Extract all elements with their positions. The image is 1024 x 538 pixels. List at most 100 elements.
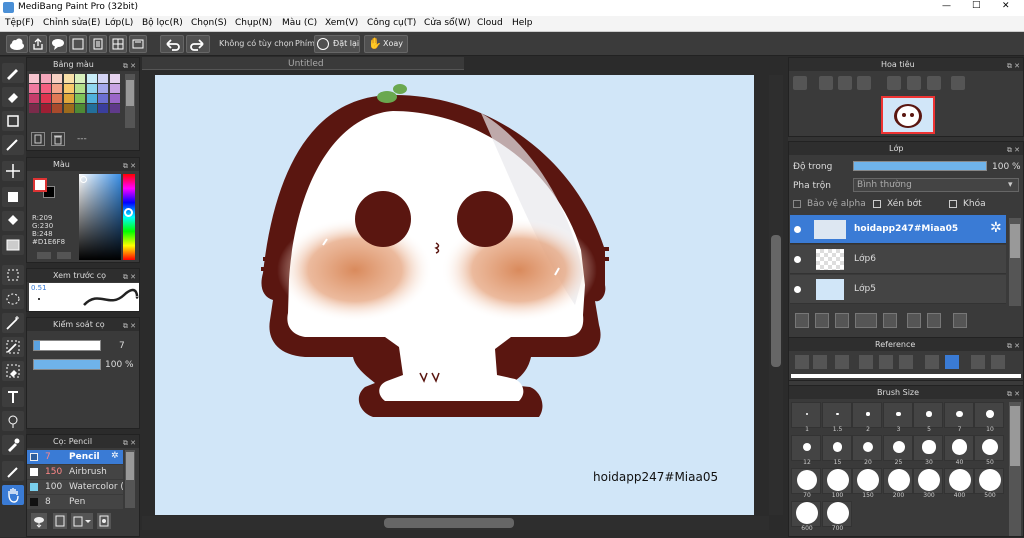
brush-size-option[interactable]: 25	[882, 435, 913, 466]
minimize-button[interactable]: —	[942, 1, 951, 11]
share-button[interactable]	[29, 35, 47, 53]
text-tool[interactable]	[2, 387, 24, 407]
brush-size-option[interactable]: 500	[974, 468, 1004, 499]
menu-filter[interactable]: Bộ lọc(R)	[142, 18, 183, 28]
color-swatch[interactable]	[109, 104, 120, 113]
panel-float-icon[interactable]: ⧉ ✕	[123, 437, 136, 450]
new-halftone-layer-icon[interactable]	[815, 313, 829, 328]
panel-float-icon[interactable]: ⧉ ✕	[123, 160, 136, 173]
navigator-thumbnail[interactable]	[881, 96, 935, 134]
brush-item[interactable]: 100 Watercolor (W	[27, 480, 123, 494]
merge-layer-icon[interactable]	[927, 313, 941, 328]
lock-checkbox[interactable]	[949, 200, 957, 208]
color-swatch[interactable]	[63, 74, 74, 83]
eye-icon[interactable]	[794, 226, 801, 233]
menu-edit[interactable]: Chỉnh sửa(E)	[43, 18, 100, 28]
eye-icon[interactable]	[794, 256, 801, 263]
color-swatch[interactable]	[52, 94, 62, 103]
gear-icon[interactable]: ✲	[111, 451, 119, 461]
canvas-vertical-scrollbar[interactable]	[769, 75, 783, 515]
delete-swatch-button[interactable]	[51, 132, 65, 146]
panel-float-icon[interactable]: ⧉ ✕	[1007, 340, 1020, 353]
ref-flip-icon[interactable]	[991, 355, 1005, 369]
brush-size-option[interactable]: 1.5	[821, 402, 852, 433]
dropper-tool[interactable]	[2, 461, 24, 481]
add-layer-menu-icon[interactable]	[855, 313, 877, 328]
rotate-right-icon[interactable]	[927, 76, 941, 90]
panel-float-icon[interactable]: ⧉ ✕	[1007, 388, 1020, 401]
brush-tool[interactable]	[2, 63, 24, 83]
ref-hand-icon[interactable]	[945, 355, 959, 369]
color-swatch[interactable]	[40, 94, 51, 103]
color-swatch[interactable]	[63, 84, 74, 93]
add-brush-button[interactable]	[31, 513, 47, 529]
brush-size-option[interactable]: 150	[852, 468, 882, 499]
menu-cloud[interactable]: Cloud	[477, 18, 503, 28]
reset-button[interactable]: Đặt lại	[314, 35, 360, 53]
brush-size-option[interactable]: 300	[913, 468, 943, 499]
zoom-out-icon[interactable]	[857, 76, 871, 90]
brush-list-scrollbar[interactable]	[125, 450, 135, 508]
color-swatch[interactable]	[40, 84, 51, 93]
brush-opacity-slider[interactable]	[33, 359, 101, 370]
color-swatch[interactable]	[29, 104, 39, 113]
shape-tool[interactable]	[2, 111, 24, 131]
ref-rotate-icon[interactable]	[971, 355, 985, 369]
color-swatch[interactable]	[86, 104, 97, 113]
color-swatch[interactable]	[86, 94, 97, 103]
brush-size-option[interactable]: 50	[974, 435, 1004, 466]
brush-size-option[interactable]: 400	[943, 468, 974, 499]
brush-size-scroll-thumb[interactable]	[1010, 406, 1020, 466]
color-swatch[interactable]	[75, 74, 85, 83]
brush-list-scroll-thumb[interactable]	[126, 452, 134, 480]
brush-size-option[interactable]: 600	[791, 501, 821, 532]
dot-tool[interactable]	[2, 135, 24, 155]
document-button[interactable]	[89, 35, 107, 53]
menu-window[interactable]: Cửa sổ(W)	[424, 18, 470, 28]
color-swatch[interactable]	[29, 84, 39, 93]
maximize-button[interactable]: □	[972, 0, 981, 10]
layer-row[interactable]: Lớp6	[790, 245, 1006, 274]
select-tool[interactable]	[2, 265, 24, 285]
menu-help[interactable]: Help	[512, 18, 533, 28]
grid-button[interactable]	[109, 35, 127, 53]
move-tool[interactable]	[2, 161, 24, 181]
ref-zoom-fit-icon[interactable]	[859, 355, 873, 369]
menu-select[interactable]: Chọn(S)	[191, 18, 227, 28]
swatch-scrollbar[interactable]	[125, 74, 135, 128]
main-color-swatch[interactable]	[33, 178, 47, 192]
brush-item[interactable]: 7 Pencil ✲	[27, 450, 123, 464]
menu-file[interactable]: Tệp(F)	[5, 18, 34, 28]
new-brush-button[interactable]	[53, 513, 67, 529]
color-swatch[interactable]	[40, 74, 51, 83]
panel-float-icon[interactable]: ⧉ ✕	[123, 60, 136, 73]
brush-size-option[interactable]: 70	[791, 468, 821, 499]
brush-size-option[interactable]: 30	[913, 435, 943, 466]
swatch-scroll-thumb[interactable]	[126, 80, 134, 106]
reset-view-icon[interactable]	[907, 76, 921, 90]
brush-size-option[interactable]: 12	[791, 435, 821, 466]
color-swatch[interactable]	[75, 84, 85, 93]
menu-layer[interactable]: Lớp(L)	[105, 18, 133, 28]
frame-button[interactable]	[129, 35, 147, 53]
color-picker-cursor[interactable]	[80, 176, 87, 183]
folder-icon[interactable]	[883, 313, 897, 328]
close-reference-icon[interactable]	[835, 355, 849, 369]
brush-size-option[interactable]: 7	[943, 402, 974, 433]
color-swatch[interactable]	[75, 104, 85, 113]
color-swatch[interactable]	[86, 84, 97, 93]
brush-size-option[interactable]: 2	[852, 402, 882, 433]
color-swatch[interactable]	[98, 94, 108, 103]
color-swatch[interactable]	[98, 104, 108, 113]
menu-view[interactable]: Xem(V)	[325, 18, 358, 28]
layer-row[interactable]: Lớp5	[790, 275, 1006, 304]
close-button[interactable]: ✕	[1002, 1, 1010, 11]
operation-tool[interactable]	[2, 411, 24, 431]
color-swatch[interactable]	[29, 94, 39, 103]
color-swatch[interactable]	[52, 74, 62, 83]
zoom-in-icon[interactable]	[819, 76, 833, 90]
canvas-hscroll-thumb[interactable]	[384, 518, 514, 528]
hand-tool[interactable]	[2, 485, 24, 505]
zoom-fit-window-icon[interactable]	[838, 76, 852, 90]
duplicate-layer-icon[interactable]	[907, 313, 921, 328]
